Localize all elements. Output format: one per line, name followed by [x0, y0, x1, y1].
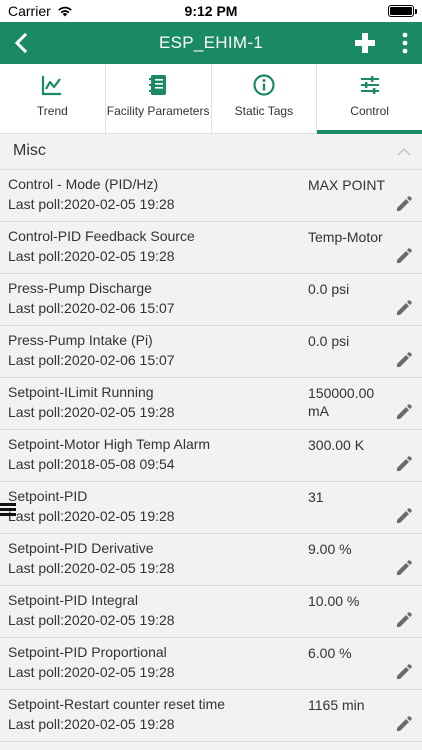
pencil-icon[interactable]	[395, 195, 413, 213]
ledger-book-icon	[149, 75, 167, 95]
drawer-handle-icon[interactable]	[0, 503, 16, 517]
tab-bar: Trend Facility Parameters Static Tags Co…	[0, 64, 422, 134]
tab-trend[interactable]: Trend	[0, 64, 106, 133]
last-poll: Last poll:2020-02-05 19:28	[8, 508, 175, 524]
parameter-value: 0.0 psi	[308, 333, 350, 349]
parameter-name: Press-Pump Discharge	[8, 280, 152, 296]
parameter-name: Control-PID Feedback Source	[8, 228, 195, 244]
pencil-icon[interactable]	[395, 247, 413, 265]
tab-label: Facility Parameters	[106, 104, 210, 118]
list-item: Press-Pump Intake (Pi) Last poll:2020-02…	[0, 326, 422, 378]
trend-chart-icon	[42, 76, 62, 96]
pencil-icon[interactable]	[395, 663, 413, 681]
section-header-misc[interactable]: Misc	[0, 134, 422, 170]
status-time: 9:12 PM	[184, 3, 238, 19]
parameter-value: 1165 min	[308, 697, 365, 713]
parameter-value: 6.00 %	[308, 645, 352, 661]
list-item: Setpoint-PID Proportional Last poll:2020…	[0, 638, 422, 690]
parameter-list: Control - Mode (PID/Hz) Last poll:2020-0…	[0, 170, 422, 742]
list-item: Press-Pump Discharge Last poll:2020-02-0…	[0, 274, 422, 326]
battery-icon	[388, 5, 417, 17]
parameter-name: Setpoint-PID Proportional	[8, 644, 167, 660]
tab-label: Control	[350, 104, 389, 118]
parameter-name: Setpoint-ILimit Running	[8, 384, 154, 400]
list-item: Setpoint-PID Derivative Last poll:2020-0…	[0, 534, 422, 586]
parameter-name: Control - Mode (PID/Hz)	[8, 176, 159, 192]
tab-facility-parameters[interactable]: Facility Parameters	[106, 64, 212, 133]
last-poll: Last poll:2020-02-05 19:28	[8, 664, 175, 680]
last-poll: Last poll:2020-02-06 15:07	[8, 300, 175, 316]
pencil-icon[interactable]	[395, 455, 413, 473]
parameter-value: 10.00 %	[308, 593, 360, 609]
parameter-name: Setpoint-PID Integral	[8, 592, 138, 608]
sliders-icon	[360, 76, 379, 94]
last-poll: Last poll:2020-02-05 19:28	[8, 612, 175, 628]
list-item: Setpoint-PID Integral Last poll:2020-02-…	[0, 586, 422, 638]
section-title: Misc	[13, 142, 46, 159]
parameter-name: Setpoint-PID	[8, 488, 88, 504]
parameter-name: Press-Pump Intake (Pi)	[8, 332, 153, 348]
parameter-value: 0.0 psi	[308, 281, 350, 297]
list-item: Control-PID Feedback Source Last poll:20…	[0, 222, 422, 274]
parameter-value: 31	[308, 489, 324, 505]
nav-bar: ESP_EHIM-1	[0, 22, 422, 64]
last-poll: Last poll:2020-02-05 19:28	[8, 196, 175, 212]
list-item: Setpoint-PID Last poll:2020-02-05 19:28 …	[0, 482, 422, 534]
pencil-icon[interactable]	[395, 403, 413, 421]
pencil-icon[interactable]	[395, 507, 413, 525]
tab-control[interactable]: Control	[317, 64, 422, 134]
parameter-value: MAX POINT	[308, 177, 386, 193]
parameter-value: 9.00 %	[308, 541, 352, 557]
list-item: Setpoint-ILimit Running Last poll:2020-0…	[0, 378, 422, 430]
last-poll: Last poll:2020-02-05 19:28	[8, 248, 175, 264]
last-poll: Last poll:2020-02-05 19:28	[8, 404, 175, 420]
tab-static-tags[interactable]: Static Tags	[212, 64, 318, 133]
parameter-value: 300.00 K	[308, 437, 365, 453]
tab-label: Static Tags	[234, 104, 294, 118]
pencil-icon[interactable]	[395, 299, 413, 317]
pencil-icon[interactable]	[395, 715, 413, 733]
parameter-name: Setpoint-PID Derivative	[8, 540, 154, 556]
status-bar: Carrier 9:12 PM	[0, 0, 422, 22]
last-poll: Last poll:2020-02-06 15:07	[8, 352, 175, 368]
parameter-value: 150000.00 mA	[308, 385, 375, 419]
info-icon	[253, 74, 275, 96]
last-poll: Last poll:2020-02-05 19:28	[8, 560, 175, 576]
plus-icon[interactable]	[354, 32, 376, 54]
list-item: Setpoint-Motor High Temp Alarm Last poll…	[0, 430, 422, 482]
pencil-icon[interactable]	[395, 351, 413, 369]
pencil-icon[interactable]	[395, 611, 413, 629]
last-poll: Last poll:2018-05-08 09:54	[8, 456, 175, 472]
chevron-up-icon[interactable]	[396, 144, 412, 158]
pencil-icon[interactable]	[395, 559, 413, 577]
parameter-name: Setpoint-Motor High Temp Alarm	[8, 436, 211, 452]
parameter-value: Temp-Motor	[308, 229, 383, 245]
last-poll: Last poll:2020-02-05 19:28	[8, 716, 175, 732]
parameter-name: Setpoint-Restart counter reset time	[8, 696, 226, 712]
vertical-dots-icon[interactable]	[398, 31, 412, 55]
list-item: Setpoint-Restart counter reset time Last…	[0, 690, 422, 742]
list-item: Control - Mode (PID/Hz) Last poll:2020-0…	[0, 170, 422, 222]
tab-label: Trend	[36, 104, 68, 118]
